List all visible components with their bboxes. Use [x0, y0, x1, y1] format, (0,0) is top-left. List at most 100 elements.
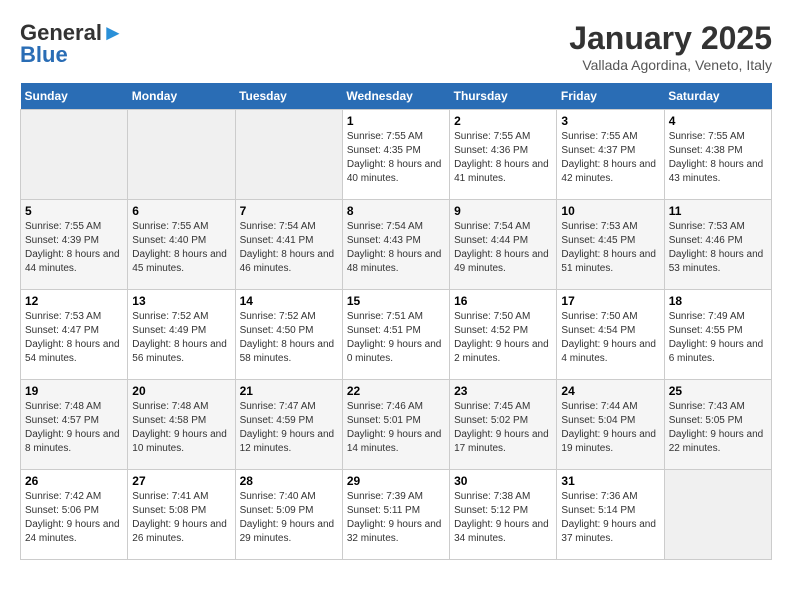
day-number: 10	[561, 204, 659, 218]
day-number: 7	[240, 204, 338, 218]
day-info: Sunrise: 7:50 AMSunset: 4:54 PMDaylight:…	[561, 310, 659, 366]
day-info: Sunrise: 7:38 AMSunset: 5:12 PMDaylight:…	[454, 490, 552, 546]
day-number: 8	[347, 204, 445, 218]
day-number: 1	[347, 114, 445, 128]
calendar-cell: 18 Sunrise: 7:49 AMSunset: 4:55 PMDayligh…	[664, 290, 771, 380]
day-number: 23	[454, 384, 552, 398]
calendar-cell	[235, 110, 342, 200]
day-info: Sunrise: 7:48 AMSunset: 4:57 PMDaylight:…	[25, 400, 123, 456]
calendar-cell: 30Sunrise: 7:38 AMSunset: 5:12 PMDayligh…	[450, 470, 557, 560]
header-day-friday: Friday	[557, 83, 664, 110]
calendar-cell: 23 Sunrise: 7:45 AMSunset: 5:02 PMDayligh…	[450, 380, 557, 470]
day-number: 24	[561, 384, 659, 398]
title-block: January 2025 Vallada Agordina, Veneto, I…	[569, 20, 772, 73]
day-info: Sunrise: 7:55 AMSunset: 4:36 PMDaylight:…	[454, 130, 552, 186]
calendar-cell: 13 Sunrise: 7:52 AMSunset: 4:49 PMDayligh…	[128, 290, 235, 380]
day-number: 18	[669, 294, 767, 308]
logo: General► Blue	[20, 20, 124, 68]
day-info: Sunrise: 7:47 AMSunset: 4:59 PMDaylight:…	[240, 400, 338, 456]
day-number: 26	[25, 474, 123, 488]
day-info: Sunrise: 7:55 AMSunset: 4:38 PMDaylight:…	[669, 130, 767, 186]
calendar-cell	[664, 470, 771, 560]
calendar-week-2: 5 Sunrise: 7:55 AMSunset: 4:39 PMDaylight…	[21, 200, 772, 290]
calendar-cell	[128, 110, 235, 200]
day-info: Sunrise: 7:54 AMSunset: 4:41 PMDaylight:…	[240, 220, 338, 276]
day-info: Sunrise: 7:49 AMSunset: 4:55 PMDaylight:…	[669, 310, 767, 366]
day-number: 19	[25, 384, 123, 398]
location-title: Vallada Agordina, Veneto, Italy	[569, 57, 772, 73]
calendar-cell: 7 Sunrise: 7:54 AMSunset: 4:41 PMDaylight…	[235, 200, 342, 290]
day-info: Sunrise: 7:51 AMSunset: 4:51 PMDaylight:…	[347, 310, 445, 366]
day-info: Sunrise: 7:55 AMSunset: 4:37 PMDaylight:…	[561, 130, 659, 186]
calendar-cell: 14Sunrise: 7:52 AMSunset: 4:50 PMDayligh…	[235, 290, 342, 380]
calendar-cell: 11 Sunrise: 7:53 AMSunset: 4:46 PMDayligh…	[664, 200, 771, 290]
day-info: Sunrise: 7:55 AMSunset: 4:40 PMDaylight:…	[132, 220, 230, 276]
calendar-cell: 4 Sunrise: 7:55 AMSunset: 4:38 PMDaylight…	[664, 110, 771, 200]
calendar-cell: 17 Sunrise: 7:50 AMSunset: 4:54 PMDayligh…	[557, 290, 664, 380]
calendar-cell: 2 Sunrise: 7:55 AMSunset: 4:36 PMDaylight…	[450, 110, 557, 200]
day-number: 27	[132, 474, 230, 488]
day-info: Sunrise: 7:42 AMSunset: 5:06 PMDaylight:…	[25, 490, 123, 546]
day-info: Sunrise: 7:55 AMSunset: 4:39 PMDaylight:…	[25, 220, 123, 276]
day-info: Sunrise: 7:53 AMSunset: 4:45 PMDaylight:…	[561, 220, 659, 276]
day-number: 16	[454, 294, 552, 308]
day-number: 29	[347, 474, 445, 488]
day-number: 20	[132, 384, 230, 398]
day-info: Sunrise: 7:52 AMSunset: 4:49 PMDaylight:…	[132, 310, 230, 366]
calendar-cell: 1Sunrise: 7:55 AMSunset: 4:35 PMDaylight…	[342, 110, 449, 200]
calendar-week-4: 19 Sunrise: 7:48 AMSunset: 4:57 PMDayligh…	[21, 380, 772, 470]
day-number: 12	[25, 294, 123, 308]
day-info: Sunrise: 7:54 AMSunset: 4:44 PMDaylight:…	[454, 220, 552, 276]
day-number: 2	[454, 114, 552, 128]
calendar-cell: 6 Sunrise: 7:55 AMSunset: 4:40 PMDaylight…	[128, 200, 235, 290]
day-number: 9	[454, 204, 552, 218]
day-number: 25	[669, 384, 767, 398]
calendar-week-5: 26 Sunrise: 7:42 AMSunset: 5:06 PMDayligh…	[21, 470, 772, 560]
day-number: 28	[240, 474, 338, 488]
day-info: Sunrise: 7:45 AMSunset: 5:02 PMDaylight:…	[454, 400, 552, 456]
day-info: Sunrise: 7:46 AMSunset: 5:01 PMDaylight:…	[347, 400, 445, 456]
calendar-cell: 9 Sunrise: 7:54 AMSunset: 4:44 PMDaylight…	[450, 200, 557, 290]
day-number: 17	[561, 294, 659, 308]
day-number: 11	[669, 204, 767, 218]
logo-blue-text: Blue	[20, 42, 68, 68]
calendar-cell: 26 Sunrise: 7:42 AMSunset: 5:06 PMDayligh…	[21, 470, 128, 560]
day-info: Sunrise: 7:53 AMSunset: 4:46 PMDaylight:…	[669, 220, 767, 276]
day-number: 6	[132, 204, 230, 218]
calendar-cell: 28 Sunrise: 7:40 AMSunset: 5:09 PMDayligh…	[235, 470, 342, 560]
calendar-cell	[21, 110, 128, 200]
page-header: General► Blue January 2025 Vallada Agord…	[20, 20, 772, 73]
day-info: Sunrise: 7:36 AMSunset: 5:14 PMDaylight:…	[561, 490, 659, 546]
calendar-header-row: SundayMondayTuesdayWednesdayThursdayFrid…	[21, 83, 772, 110]
day-number: 14	[240, 294, 338, 308]
day-number: 15	[347, 294, 445, 308]
calendar-cell: 21Sunrise: 7:47 AMSunset: 4:59 PMDayligh…	[235, 380, 342, 470]
day-number: 5	[25, 204, 123, 218]
day-info: Sunrise: 7:40 AMSunset: 5:09 PMDaylight:…	[240, 490, 338, 546]
calendar-cell: 8 Sunrise: 7:54 AMSunset: 4:43 PMDaylight…	[342, 200, 449, 290]
month-title: January 2025	[569, 20, 772, 57]
day-info: Sunrise: 7:44 AMSunset: 5:04 PMDaylight:…	[561, 400, 659, 456]
day-number: 31	[561, 474, 659, 488]
day-info: Sunrise: 7:53 AMSunset: 4:47 PMDaylight:…	[25, 310, 123, 366]
calendar-cell: 31 Sunrise: 7:36 AMSunset: 5:14 PMDayligh…	[557, 470, 664, 560]
header-day-monday: Monday	[128, 83, 235, 110]
day-number: 3	[561, 114, 659, 128]
day-number: 4	[669, 114, 767, 128]
calendar-cell: 29Sunrise: 7:39 AMSunset: 5:11 PMDayligh…	[342, 470, 449, 560]
calendar-cell: 16 Sunrise: 7:50 AMSunset: 4:52 PMDayligh…	[450, 290, 557, 380]
calendar-cell: 24 Sunrise: 7:44 AMSunset: 5:04 PMDayligh…	[557, 380, 664, 470]
calendar-cell: 15 Sunrise: 7:51 AMSunset: 4:51 PMDayligh…	[342, 290, 449, 380]
day-number: 13	[132, 294, 230, 308]
calendar-table: SundayMondayTuesdayWednesdayThursdayFrid…	[20, 83, 772, 560]
day-info: Sunrise: 7:41 AMSunset: 5:08 PMDaylight:…	[132, 490, 230, 546]
day-number: 22	[347, 384, 445, 398]
header-day-tuesday: Tuesday	[235, 83, 342, 110]
day-info: Sunrise: 7:54 AMSunset: 4:43 PMDaylight:…	[347, 220, 445, 276]
calendar-cell: 3 Sunrise: 7:55 AMSunset: 4:37 PMDaylight…	[557, 110, 664, 200]
day-info: Sunrise: 7:50 AMSunset: 4:52 PMDaylight:…	[454, 310, 552, 366]
day-info: Sunrise: 7:48 AMSunset: 4:58 PMDaylight:…	[132, 400, 230, 456]
calendar-cell: 27 Sunrise: 7:41 AMSunset: 5:08 PMDayligh…	[128, 470, 235, 560]
header-day-saturday: Saturday	[664, 83, 771, 110]
calendar-cell: 25Sunrise: 7:43 AMSunset: 5:05 PMDayligh…	[664, 380, 771, 470]
